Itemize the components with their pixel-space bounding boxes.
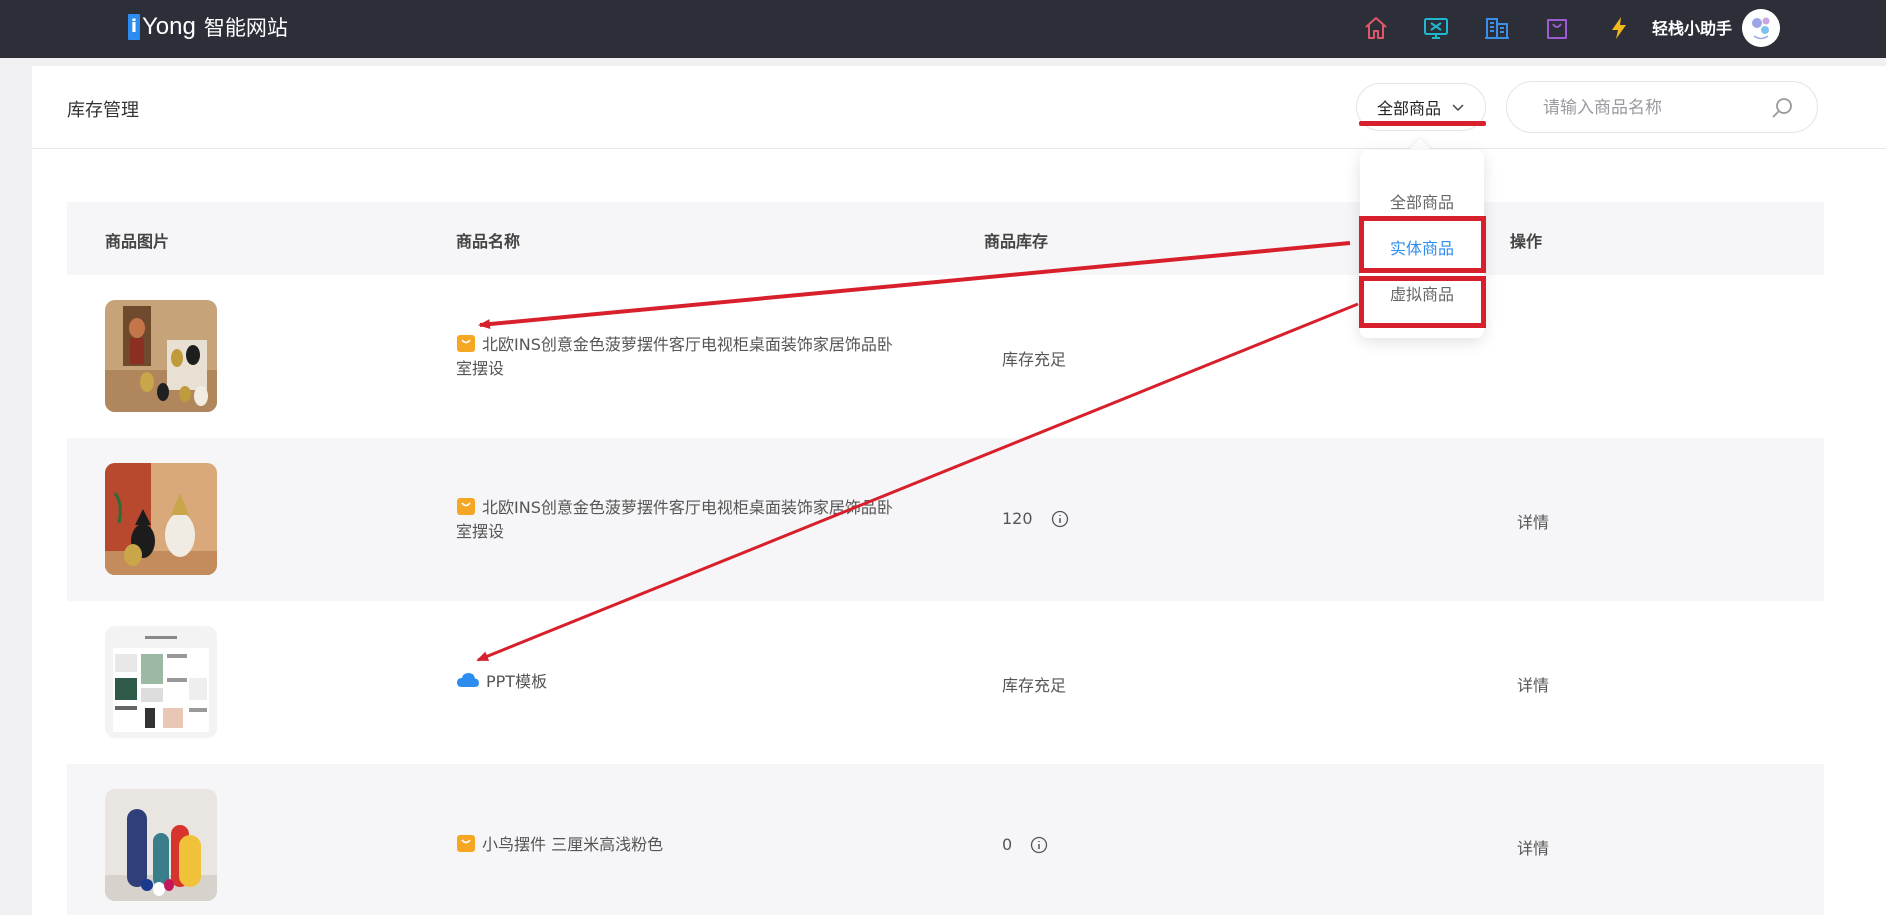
filter-label: 全部商品 <box>1376 99 1441 118</box>
column-header-action: 操作 <box>1510 232 1543 251</box>
stock-value: 0 <box>1002 835 1013 854</box>
column-header-image: 商品图片 <box>105 232 170 251</box>
product-image-bird-ornaments <box>105 789 217 901</box>
product-image-pineapple-pair <box>105 463 217 575</box>
monitor-icon[interactable] <box>1422 14 1450 42</box>
brand-logo-mark: i <box>128 14 140 40</box>
table-row <box>67 275 1824 438</box>
shopping-bag-icon <box>457 498 475 515</box>
product-thumbnail[interactable] <box>105 626 217 738</box>
lightning-icon[interactable] <box>1605 14 1633 42</box>
brand-name-latin: Yong <box>142 13 196 40</box>
product-name-text: 北欧INS创意金色菠萝摆件客厅电视柜桌面装饰家居饰品卧室摆设 <box>456 498 893 541</box>
detail-link[interactable]: 详情 <box>1517 672 1549 696</box>
top-navigation-bar: i Yong 智能网站 轻栈小助手 <box>0 0 1886 58</box>
product-thumbnail[interactable] <box>105 300 217 412</box>
header-divider <box>32 148 1886 149</box>
stock-value: 库存充足 <box>1002 676 1067 695</box>
highlight-box-physical <box>1359 216 1486 273</box>
column-header-stock: 商品库存 <box>984 232 1049 251</box>
product-name-text: 小鸟摆件 三厘米高浅粉色 <box>482 835 664 854</box>
search-input[interactable] <box>1543 95 1763 121</box>
product-thumbnail[interactable] <box>105 789 217 901</box>
info-icon[interactable] <box>1051 510 1069 528</box>
table-row <box>67 438 1824 601</box>
page-title: 库存管理 <box>67 100 139 121</box>
table-row <box>67 601 1824 764</box>
table-header <box>67 202 1824 275</box>
table-row <box>67 764 1824 915</box>
search-box[interactable] <box>1506 81 1818 133</box>
stock-value: 120 <box>1002 509 1033 528</box>
product-name[interactable]: 北欧INS创意金色菠萝摆件客厅电视柜桌面装饰家居饰品卧室摆设 <box>456 496 906 544</box>
stock-value: 库存充足 <box>1002 350 1067 369</box>
cloud-icon <box>457 673 479 687</box>
brand-name-chinese: 智能网站 <box>203 16 288 40</box>
stock-cell: 库存充足 <box>1002 672 1066 696</box>
shopping-bag-icon <box>457 835 475 852</box>
brand-logo[interactable]: i Yong 智能网站 <box>128 11 288 43</box>
product-name-text: 北欧INS创意金色菠萝摆件客厅电视柜桌面装饰家居饰品卧室摆设 <box>456 335 893 378</box>
product-image-ppt-template <box>105 626 217 738</box>
column-header-name: 商品名称 <box>456 232 521 251</box>
detail-link[interactable]: 详情 <box>1517 835 1549 859</box>
product-name[interactable]: 小鸟摆件 三厘米高浅粉色 <box>456 833 906 857</box>
product-image-pineapple-decor <box>105 300 217 412</box>
shopping-bag-icon <box>457 335 475 352</box>
product-name[interactable]: PPT模板 <box>456 670 906 694</box>
dropdown-option-all[interactable]: 全部商品 <box>1360 189 1484 213</box>
detail-link[interactable]: 详情 <box>1517 509 1549 533</box>
search-icon[interactable] <box>1770 96 1794 120</box>
stock-cell: 120 <box>1002 509 1069 528</box>
avatar-image <box>1742 9 1780 47</box>
product-name[interactable]: 北欧INS创意金色菠萝摆件客厅电视柜桌面装饰家居饰品卧室摆设 <box>456 333 906 381</box>
assistant-label[interactable]: 轻栈小助手 <box>1652 15 1732 39</box>
stock-cell: 0 <box>1002 835 1048 854</box>
product-name-text: PPT模板 <box>486 672 548 691</box>
info-icon[interactable] <box>1030 836 1048 854</box>
chevron-down-icon <box>1452 104 1464 112</box>
home-icon[interactable] <box>1362 14 1390 42</box>
filter-highlight-underline <box>1359 121 1486 126</box>
highlight-box-virtual <box>1359 276 1486 328</box>
user-avatar[interactable] <box>1742 9 1780 47</box>
shopping-bag-icon[interactable] <box>1543 14 1571 42</box>
building-icon[interactable] <box>1483 14 1511 42</box>
stock-cell: 库存充足 <box>1002 346 1066 370</box>
product-thumbnail[interactable] <box>105 463 217 575</box>
